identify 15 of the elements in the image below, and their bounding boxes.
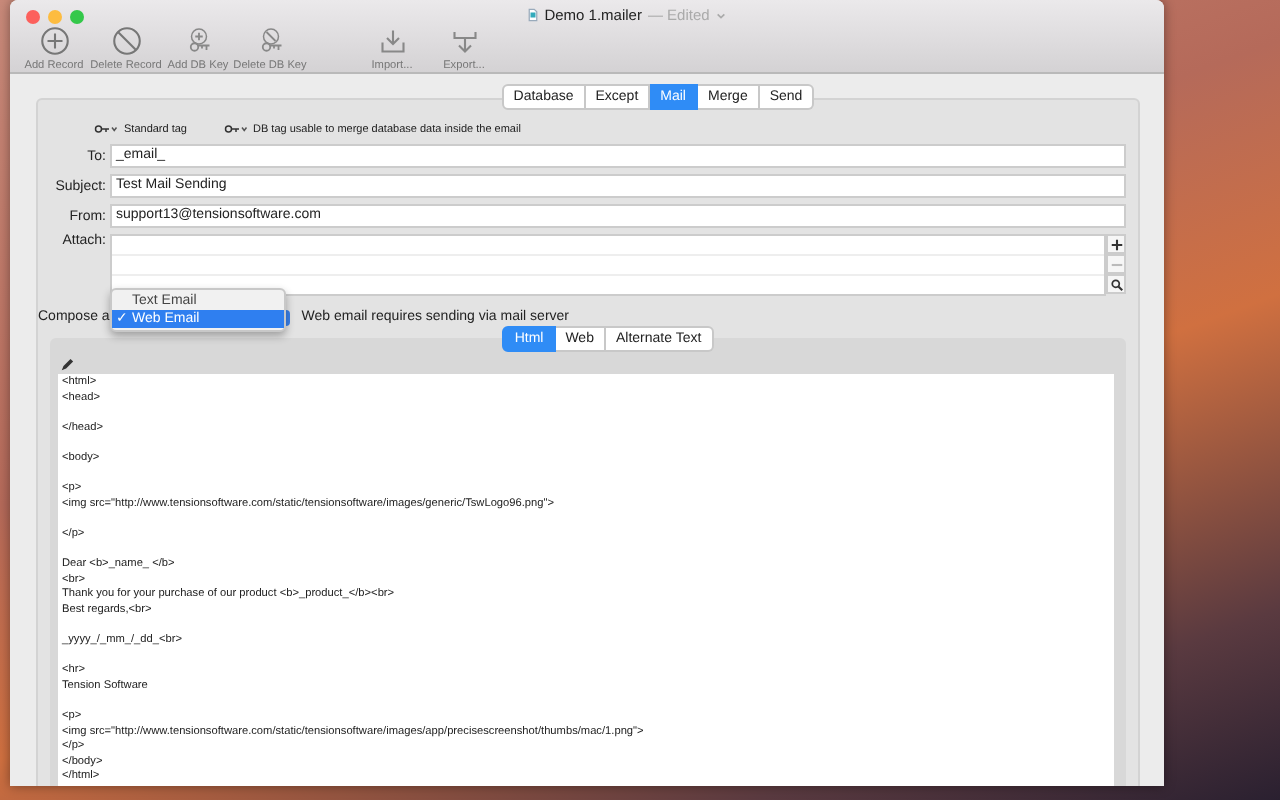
search-icon <box>1109 277 1123 291</box>
minimize-button[interactable] <box>48 10 62 24</box>
search-attachment-button[interactable] <box>1106 274 1126 294</box>
plus-icon <box>1109 237 1123 251</box>
key-dropdown-icon <box>223 124 247 134</box>
prohibited-icon <box>111 26 141 56</box>
close-button[interactable] <box>26 10 40 24</box>
chevron-icon <box>715 11 726 19</box>
document-icon <box>528 8 539 22</box>
key-dropdown-icon <box>94 124 118 134</box>
tray-download-icon <box>377 26 407 56</box>
plus-circle-icon <box>39 26 69 56</box>
zoom-button[interactable] <box>70 10 84 24</box>
tray-arrow-icon <box>449 26 479 56</box>
add-attachment-button[interactable] <box>1106 234 1126 254</box>
